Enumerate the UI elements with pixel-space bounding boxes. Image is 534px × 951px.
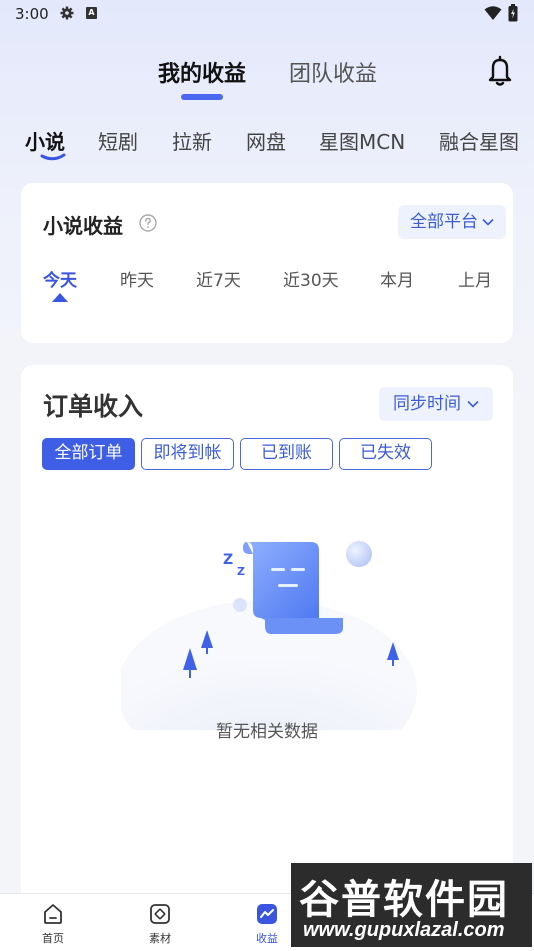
novel-income-title: 小说收益	[43, 214, 123, 238]
period-7days[interactable]: 近7天	[196, 266, 241, 291]
settings-gear-icon	[60, 6, 74, 20]
platform-filter-label: 全部平台	[410, 212, 478, 232]
category-netdisk[interactable]: 网盘	[246, 126, 286, 155]
novel-income-card: 小说收益 全部平台 今天 昨天 近7天 近30天 本月 上月	[21, 183, 513, 343]
tab-my-income[interactable]: 我的收益	[158, 56, 246, 88]
nav-home-label: 首页	[42, 932, 64, 945]
category-short-drama[interactable]: 短剧	[98, 126, 138, 155]
empty-state-text: 暂无相关数据	[216, 722, 318, 742]
status-time: 3:00	[15, 5, 49, 23]
sync-time-sort-dropdown[interactable]: 同步时间	[379, 387, 493, 421]
order-income-title: 订单收入	[43, 392, 144, 421]
chip-arriving-soon[interactable]: 即将到帐	[141, 438, 234, 470]
category-novel[interactable]: 小说	[25, 126, 65, 155]
income-chart-icon	[257, 904, 277, 924]
chip-arrived[interactable]: 已到账	[240, 438, 333, 470]
svg-text:Z: Z	[237, 565, 245, 578]
period-30days[interactable]: 近30天	[283, 266, 339, 291]
help-icon[interactable]	[139, 214, 157, 232]
nav-income-label: 收益	[256, 932, 278, 945]
material-icon	[150, 904, 170, 924]
sync-time-label: 同步时间	[393, 394, 461, 414]
status-a-icon: A	[86, 7, 97, 19]
period-last-month[interactable]: 上月	[458, 266, 492, 291]
battery-icon	[508, 4, 518, 22]
platform-filter-dropdown[interactable]: 全部平台	[398, 205, 506, 239]
chevron-down-icon	[482, 218, 494, 226]
active-category-indicator	[40, 153, 66, 161]
chip-all-orders[interactable]: 全部订单	[42, 438, 135, 470]
wifi-icon	[484, 6, 502, 20]
period-today[interactable]: 今天	[43, 266, 77, 291]
empty-state-illustration: Z Z	[121, 541, 417, 730]
home-icon	[44, 904, 62, 924]
period-this-month[interactable]: 本月	[380, 266, 414, 291]
chevron-down-icon	[467, 400, 479, 408]
active-tab-indicator	[181, 94, 223, 100]
watermark-cn-text: 谷普软件园	[299, 877, 509, 923]
active-period-indicator	[52, 293, 68, 302]
watermark-logo: 谷普软件园 www.gupuxlazal.com	[291, 863, 532, 947]
period-yesterday[interactable]: 昨天	[120, 266, 154, 291]
category-fusion-xingtu[interactable]: 融合星图	[439, 126, 519, 155]
tab-team-income[interactable]: 团队收益	[289, 56, 377, 88]
watermark-url-text: www.gupuxlazal.com	[303, 919, 505, 941]
category-xingtu-mcn[interactable]: 星图MCN	[319, 126, 405, 155]
chip-expired[interactable]: 已失效	[339, 438, 432, 470]
order-income-card: 订单收入 同步时间 全部订单 即将到帐 已到账 已失效 Z Z 暂无相关数据	[21, 365, 513, 905]
status-bar: 3:00 A	[0, 0, 534, 30]
category-referral[interactable]: 拉新	[172, 126, 212, 155]
svg-text:Z: Z	[223, 552, 233, 568]
nav-income[interactable]: 收益	[237, 894, 297, 951]
nav-material[interactable]: 素材	[130, 894, 190, 951]
nav-home[interactable]: 首页	[23, 894, 83, 951]
notification-bell-icon[interactable]	[486, 55, 514, 87]
nav-material-label: 素材	[149, 932, 171, 945]
